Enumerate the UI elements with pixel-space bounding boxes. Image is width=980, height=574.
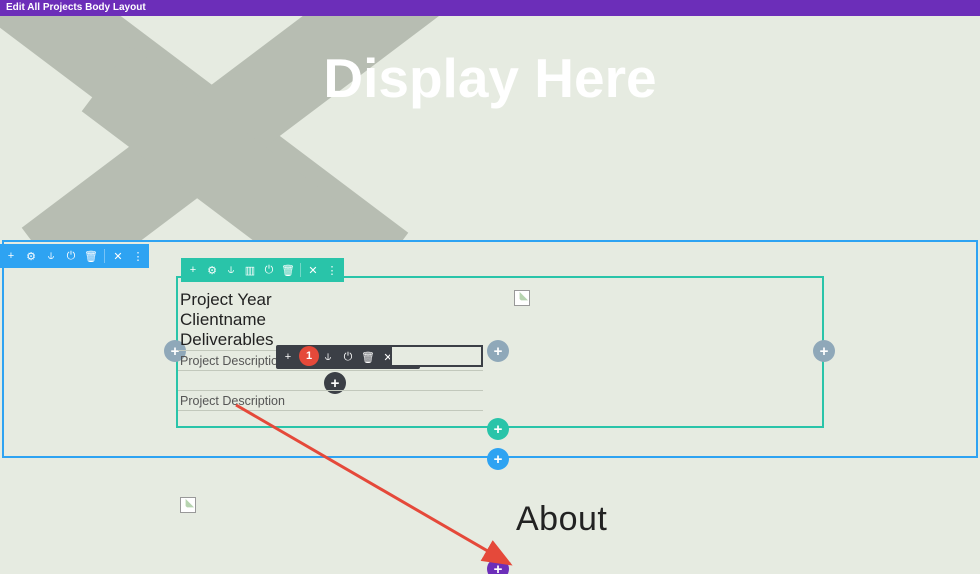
add-column-right-button[interactable]: +	[813, 340, 835, 362]
divider	[178, 410, 483, 411]
duplicate-icon[interactable]: ⫝	[44, 249, 58, 263]
duplicate-icon[interactable]: ⫝	[321, 350, 335, 364]
add-row-button[interactable]: +	[487, 418, 509, 440]
more-icon[interactable]: ⋮	[325, 263, 339, 277]
selected-module-outline[interactable]	[390, 345, 483, 367]
top-bar-title: Edit All Projects Body Layout	[6, 2, 146, 13]
separator	[300, 263, 301, 277]
divider	[178, 370, 483, 371]
deliverables-label: Deliverables	[180, 330, 274, 350]
hero-section: Display Here	[0, 16, 980, 240]
section-toolbar: + ⚙ ⫝ ⏻ 🗑 ✕ ⋮	[0, 244, 149, 268]
trash-icon[interactable]: 🗑	[361, 350, 375, 364]
add-icon[interactable]: +	[186, 263, 200, 277]
gear-icon[interactable]: ⚙	[205, 263, 219, 277]
trash-icon[interactable]: 🗑	[281, 263, 295, 277]
more-icon[interactable]: ⋮	[131, 249, 145, 263]
power-icon[interactable]: ⏻	[64, 249, 78, 263]
divider	[178, 390, 483, 391]
clientname-label: Clientname	[180, 310, 266, 330]
add-icon[interactable]: +	[4, 249, 18, 263]
broken-image-icon	[514, 290, 530, 306]
add-section-bottom-button[interactable]: +	[487, 558, 509, 574]
gear-icon[interactable]: ⚙	[24, 249, 38, 263]
top-bar: Edit All Projects Body Layout	[0, 0, 980, 16]
add-column-mid-button[interactable]: +	[487, 340, 509, 362]
hero-title: Display Here	[0, 46, 980, 110]
columns-icon[interactable]: ▥	[243, 263, 257, 277]
add-icon[interactable]: +	[281, 350, 295, 364]
power-icon[interactable]: ⏻	[262, 263, 276, 277]
project-year-label: Project Year	[180, 290, 272, 310]
row-toolbar: + ⚙ ⫝ ▥ ⏻ 🗑 ✕ ⋮	[181, 258, 344, 282]
close-icon[interactable]: ✕	[111, 249, 125, 263]
separator	[104, 249, 105, 263]
trash-icon[interactable]: 🗑	[84, 249, 98, 263]
about-heading: About	[516, 500, 607, 539]
step-badge: 1	[299, 346, 319, 366]
broken-image-icon	[180, 497, 196, 513]
add-section-button[interactable]: +	[487, 448, 509, 470]
duplicate-icon[interactable]: ⫝	[224, 263, 238, 277]
project-description-text-2: Project Description	[180, 394, 285, 408]
project-description-text-1: Project Description	[180, 354, 285, 368]
close-icon[interactable]: ✕	[306, 263, 320, 277]
power-icon[interactable]: ⏻	[341, 350, 355, 364]
